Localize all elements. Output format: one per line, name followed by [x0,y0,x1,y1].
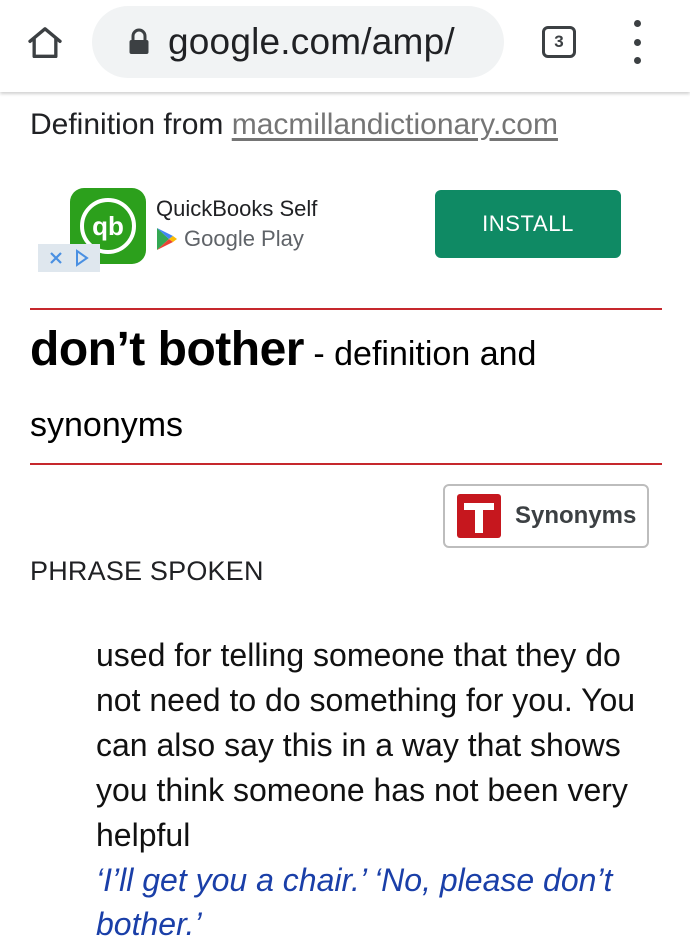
google-play-icon [157,228,177,250]
divider-top [30,308,662,310]
source-link[interactable]: macmillandictionary.com [232,108,558,141]
ad-controls[interactable] [38,244,100,272]
install-button[interactable]: INSTALL [435,190,621,258]
close-icon[interactable] [48,250,64,266]
page: google.com/amp/ 3 Definition from macmil… [0,0,690,942]
url-text[interactable]: google.com/amp/ [168,21,455,63]
synonyms-button[interactable]: Synonyms [443,484,649,548]
headword: don’t bother [30,323,304,376]
ad-app-name[interactable]: QuickBooks Self [156,196,317,222]
ad-banner[interactable]: qb QuickBooks Self Google Play INSTALL [38,172,650,276]
home-icon [28,27,62,58]
page-title: don’t bother - definition and synonyms [30,318,670,464]
more-vert-icon[interactable] [624,20,650,64]
ad-store-name: Google Play [184,226,304,251]
tab-switcher-button[interactable]: 3 [542,26,576,58]
ad-store: Google Play [156,226,304,252]
home-button[interactable] [22,20,68,66]
definition-source: Definition from macmillandictionary.com [30,108,670,142]
source-prefix: Definition from [30,108,232,141]
lock-icon [128,27,152,57]
adchoices-icon[interactable] [74,249,90,267]
address-bar[interactable]: google.com/amp/ [92,6,504,78]
part-of-speech: PHRASE SPOKEN [30,556,264,586]
menu-dot [633,38,641,46]
divider-bottom [30,463,662,465]
menu-dot [633,57,641,64]
logo-text: qb [92,211,124,241]
menu-dot [633,20,641,27]
thesaurus-icon [457,494,501,538]
definition-text: used for telling someone that they do no… [96,637,636,853]
synonyms-label: Synonyms [515,502,637,529]
example-sentence: ‘I’ll get you a chair.’ ‘No, please don’… [96,862,613,942]
browser-toolbar: google.com/amp/ 3 [0,0,690,92]
